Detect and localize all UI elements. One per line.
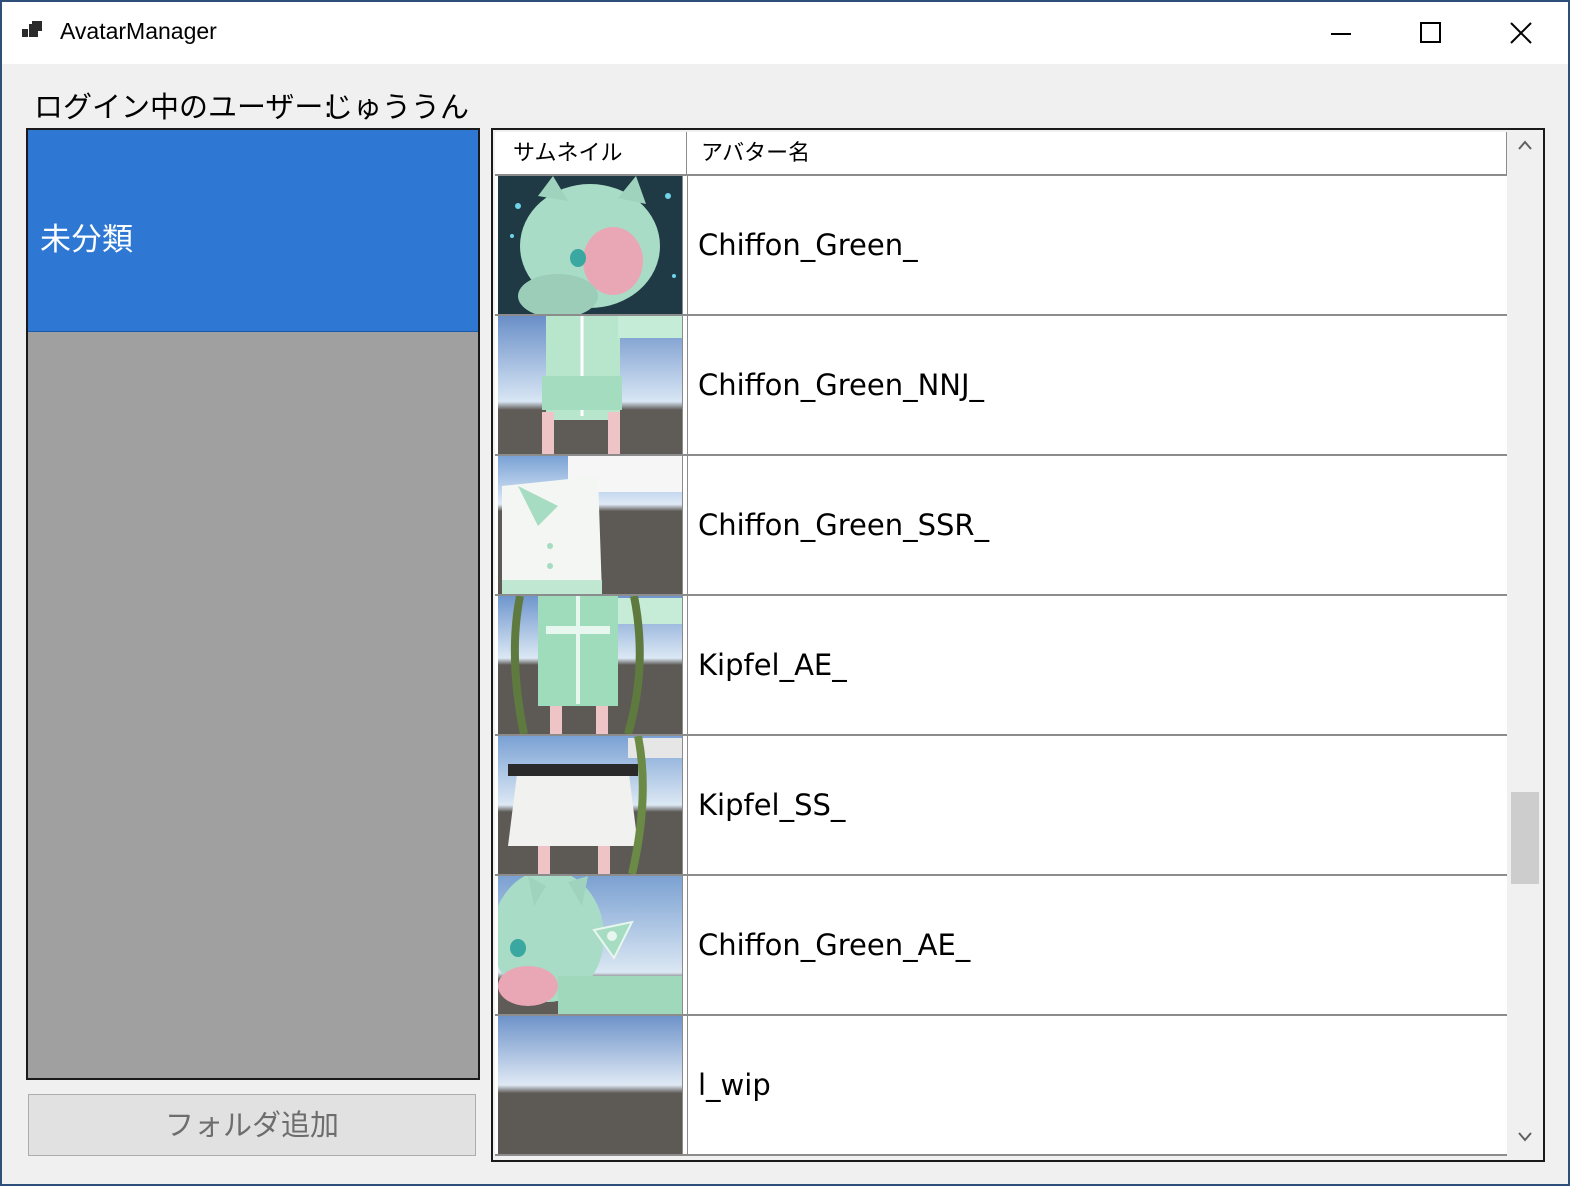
vertical-scrollbar[interactable] [1509, 130, 1541, 1160]
login-username: じゅううん [324, 90, 470, 124]
close-icon [1510, 22, 1532, 44]
column-header-thumbnail[interactable]: サムネイル [495, 132, 687, 174]
column-header-avatar-name[interactable]: アバター名 [687, 132, 1507, 174]
title-bar[interactable]: AvatarManager [2, 2, 1568, 64]
app-window: AvatarManager ログイン中のユーザー: じゅううん 未分類 フォルダ… [0, 0, 1570, 1186]
table-row[interactable]: Kipfel_AE_ [495, 596, 1507, 736]
table-row[interactable]: l_wip [495, 1016, 1507, 1156]
close-button[interactable] [1476, 2, 1566, 64]
avatar-name-cell[interactable]: l_wip [687, 1016, 1507, 1154]
window-title: AvatarManager [60, 18, 217, 44]
avatar-thumbnail [498, 736, 683, 874]
avatar-name-cell[interactable]: Chiffon_Green_AE_ [687, 876, 1507, 1014]
scroll-up-icon[interactable] [1518, 140, 1532, 150]
login-label: ログイン中のユーザー: [34, 90, 334, 124]
table-row[interactable]: Chiffon_Green_AE_ [495, 876, 1507, 1016]
avatar-name: Chiffon_Green_NNJ_ [698, 368, 985, 402]
avatar-name: Chiffon_Green_AE_ [698, 928, 971, 962]
avatar-grid[interactable]: サムネイル アバター名 Chiffon_Green_ Chiffon_Green… [491, 128, 1545, 1162]
table-row[interactable]: Kipfel_SS_ [495, 736, 1507, 876]
avatar-name-cell[interactable]: Kipfel_SS_ [687, 736, 1507, 874]
avatar-name-cell[interactable]: Chiffon_Green_SSR_ [687, 456, 1507, 594]
table-row[interactable]: Chiffon_Green_NNJ_ [495, 316, 1507, 456]
scroll-down-icon[interactable] [1518, 1132, 1532, 1142]
folder-list[interactable]: 未分類 [26, 128, 480, 1080]
minimize-icon [1331, 33, 1351, 35]
avatar-name-cell[interactable]: Kipfel_AE_ [687, 596, 1507, 734]
avatar-thumbnail [498, 876, 683, 1014]
table-row[interactable]: Chiffon_Green_SSR_ [495, 456, 1507, 596]
grid-header: サムネイル アバター名 [495, 132, 1507, 176]
avatar-thumbnail [498, 316, 683, 454]
table-row[interactable]: Chiffon_Green_ [495, 176, 1507, 316]
maximize-icon [1420, 22, 1441, 43]
avatar-name: Chiffon_Green_SSR_ [698, 508, 990, 542]
avatar-thumbnail [498, 456, 683, 594]
minimize-button[interactable] [1296, 2, 1386, 64]
maximize-button[interactable] [1386, 2, 1476, 64]
app-icon [22, 21, 42, 37]
add-folder-button[interactable]: フォルダ追加 [28, 1094, 476, 1156]
avatar-name-cell[interactable]: Chiffon_Green_NNJ_ [687, 316, 1507, 454]
scrollbar-thumb[interactable] [1511, 792, 1539, 884]
avatar-thumbnail [498, 1016, 683, 1154]
avatar-thumbnail [498, 176, 683, 314]
avatar-name-cell[interactable]: Chiffon_Green_ [687, 176, 1507, 314]
avatar-name: Kipfel_AE_ [698, 648, 847, 682]
avatar-name: Chiffon_Green_ [698, 228, 918, 262]
avatar-thumbnail [498, 596, 683, 734]
avatar-name: Kipfel_SS_ [698, 788, 846, 822]
folder-item-label: 未分類 [40, 222, 133, 258]
folder-item-uncategorized[interactable]: 未分類 [28, 130, 478, 332]
avatar-name: l_wip [698, 1068, 771, 1102]
